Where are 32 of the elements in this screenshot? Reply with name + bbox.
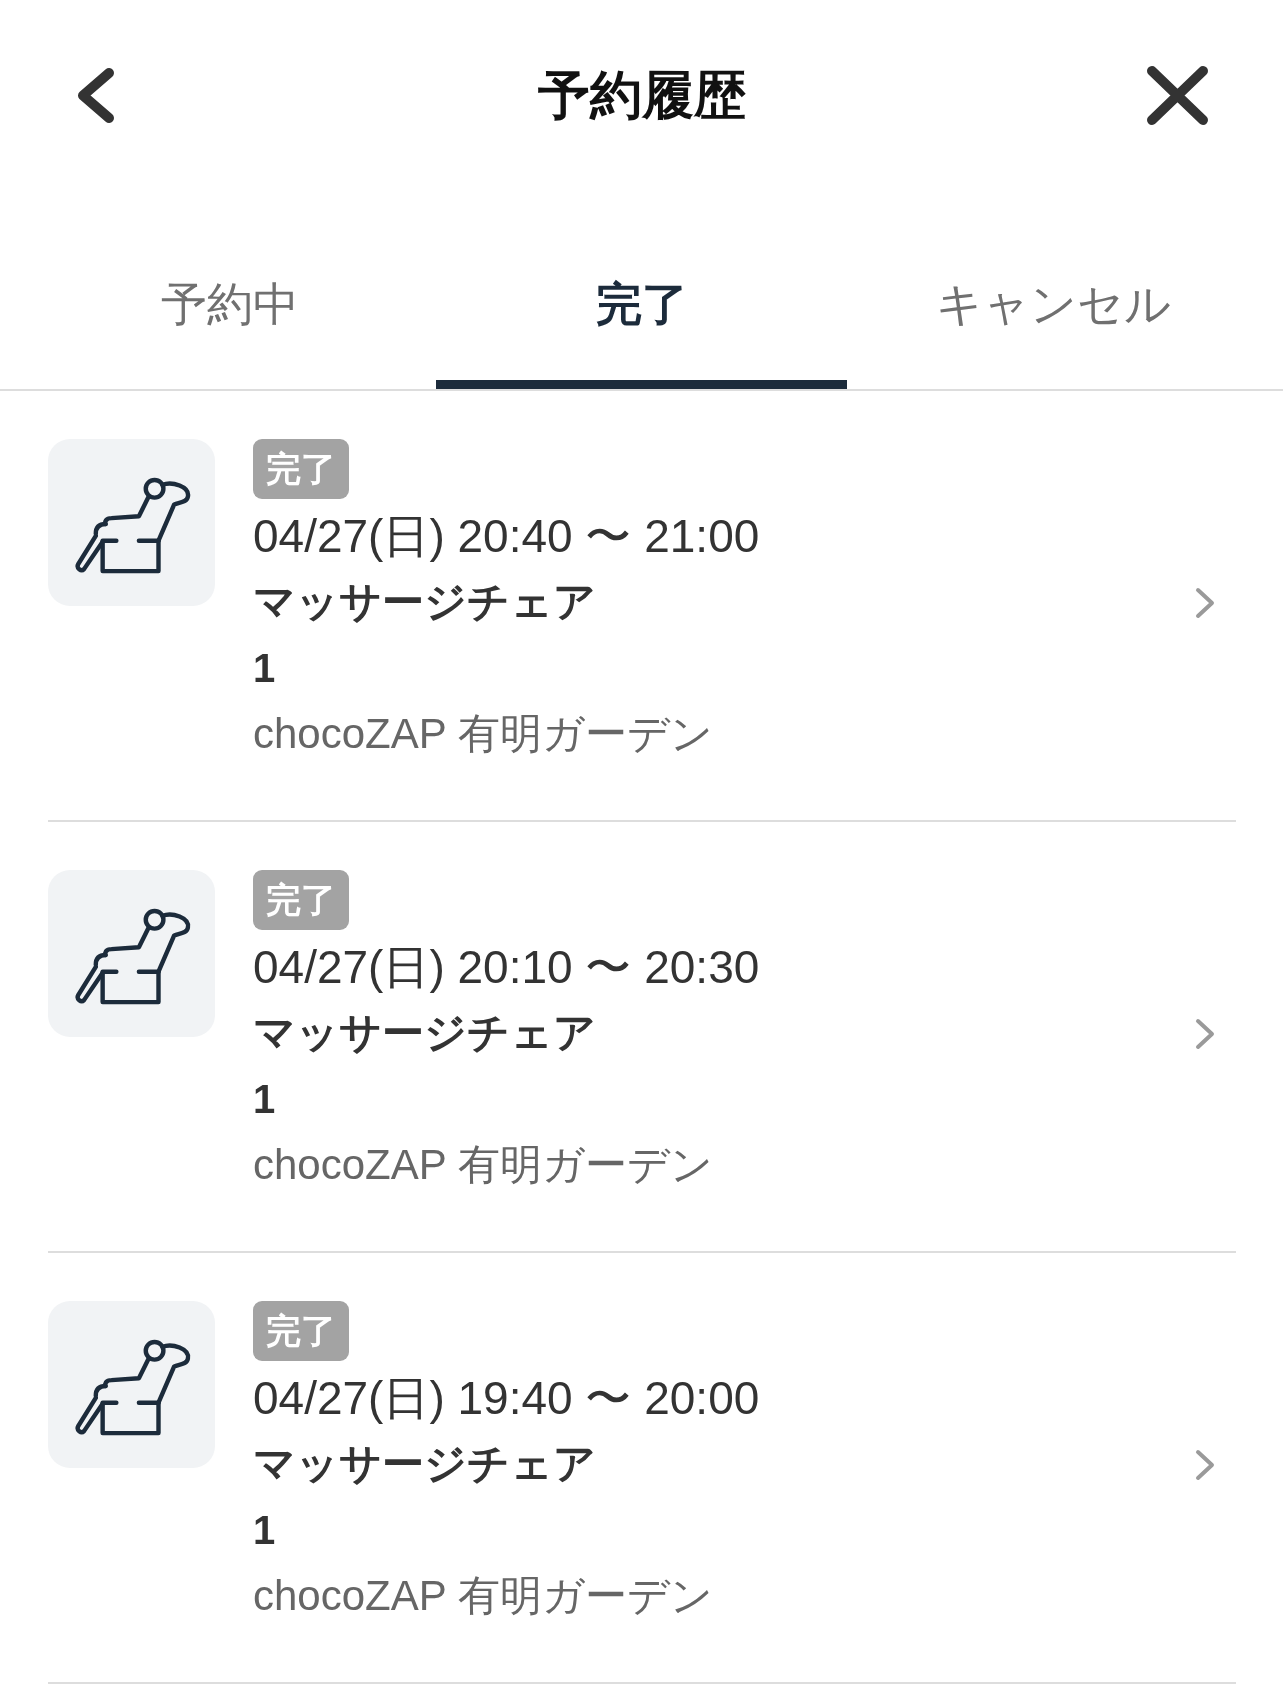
status-badge: 完了 (253, 1301, 349, 1361)
tab[interactable]: 完了 (435, 230, 848, 389)
equipment-name: マッサージチェア (253, 1008, 596, 1058)
store-name: chocoZAP 有明ガーデン (253, 1140, 713, 1190)
quantity-text: 1 (253, 1076, 276, 1123)
reclining-chair-icon (48, 1301, 215, 1468)
tab[interactable]: 予約中 (24, 230, 436, 389)
back-button[interactable] (75, 66, 116, 124)
back-icon (75, 66, 116, 124)
tab[interactable]: キャンセル (847, 230, 1259, 389)
quantity-text: 1 (253, 645, 276, 692)
reservation-time: 04/27(日) 19:40 〜 20:00 (253, 1371, 760, 1426)
equipment-name: マッサージチェア (253, 1439, 596, 1489)
chevron-right-icon (1193, 1017, 1217, 1051)
reservation-time: 04/27(日) 20:40 〜 21:00 (253, 509, 760, 564)
store-name: chocoZAP 有明ガーデン (253, 1571, 713, 1621)
reclining-chair-icon (48, 439, 215, 606)
reservation-time: 04/27(日) 20:10 〜 20:30 (253, 940, 760, 995)
equipment-name: マッサージチェア (253, 577, 596, 627)
quantity-text: 1 (253, 1507, 276, 1554)
status-badge: 完了 (253, 439, 349, 499)
reservation-item[interactable]: 完了 04/27(日) 20:10 〜 20:30 マッサージチェア 1 chocoZAP 有明ガーデン (48, 822, 1236, 1253)
page-title: 予約履歴 (538, 64, 746, 126)
chevron-right-icon (1193, 586, 1217, 620)
chevron-right-icon (1193, 1448, 1217, 1482)
store-name: chocoZAP 有明ガーデン (253, 709, 713, 759)
status-badge: 完了 (253, 870, 349, 930)
close-icon (1146, 65, 1209, 125)
reservation-item[interactable]: 完了 04/27(日) 19:40 〜 20:00 マッサージチェア 1 chocoZAP 有明ガーデン (48, 1253, 1236, 1684)
close-button[interactable] (1146, 65, 1209, 125)
reclining-chair-icon (48, 870, 215, 1037)
reservation-item[interactable]: 完了 04/27(日) 20:40 〜 21:00 マッサージチェア 1 chocoZAP 有明ガーデン (48, 391, 1236, 822)
